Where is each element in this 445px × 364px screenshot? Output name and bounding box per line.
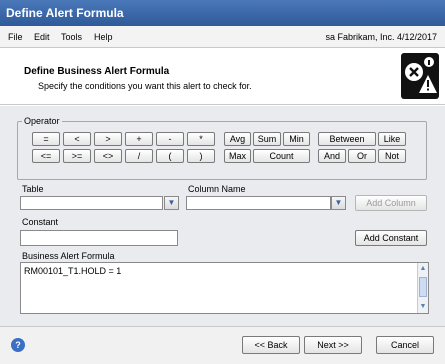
- window-title: Define Alert Formula: [0, 0, 445, 26]
- define-alert-formula-window: Define Alert Formula File Edit Tools Hel…: [0, 0, 445, 364]
- chevron-down-icon: ▼: [334, 198, 343, 207]
- menu-help[interactable]: Help: [94, 26, 113, 48]
- op-greater-button[interactable]: >: [94, 132, 122, 146]
- op-or-button[interactable]: Or: [348, 149, 376, 163]
- column-name-label: Column Name: [188, 184, 246, 194]
- op-equal-button[interactable]: =: [32, 132, 60, 146]
- alert-warning-icon: [401, 53, 439, 99]
- constant-label: Constant: [22, 217, 59, 227]
- page-header: Define Business Alert Formula Specify th…: [0, 49, 445, 105]
- add-column-button[interactable]: Add Column: [355, 195, 427, 211]
- operator-legend: Operator: [24, 116, 60, 126]
- next-button[interactable]: Next >>: [304, 336, 362, 354]
- op-close-paren-button[interactable]: ): [187, 149, 215, 163]
- scroll-down-icon[interactable]: ▼: [418, 302, 428, 312]
- cancel-button[interactable]: Cancel: [376, 336, 434, 354]
- constant-input[interactable]: [20, 230, 178, 246]
- op-and-button[interactable]: And: [318, 149, 346, 163]
- formula-text: RM00101_T1.HOLD = 1: [24, 266, 122, 276]
- op-count-button[interactable]: Count: [253, 149, 310, 163]
- menu-tools[interactable]: Tools: [61, 26, 82, 48]
- op-plus-button[interactable]: +: [125, 132, 153, 146]
- menu-edit[interactable]: Edit: [34, 26, 50, 48]
- table-label: Table: [22, 184, 44, 194]
- page-title: Define Business Alert Formula: [24, 66, 170, 77]
- wizard-footer: ? << Back Next >> Cancel: [0, 326, 445, 364]
- op-avg-button[interactable]: Avg: [224, 132, 251, 146]
- page-subtitle: Specify the conditions you want this ale…: [38, 81, 252, 91]
- add-constant-button[interactable]: Add Constant: [355, 230, 427, 246]
- column-dropdown-button[interactable]: ▼: [331, 196, 346, 210]
- op-divide-button[interactable]: /: [125, 149, 153, 163]
- column-name-select[interactable]: [186, 196, 331, 210]
- op-sum-button[interactable]: Sum: [253, 132, 281, 146]
- scroll-up-icon[interactable]: ▲: [418, 264, 428, 274]
- op-less-equal-button[interactable]: <=: [32, 149, 60, 163]
- back-button[interactable]: << Back: [242, 336, 300, 354]
- operator-group: Operator = < > + - * Avg Sum Min Between…: [17, 116, 427, 180]
- op-not-equal-button[interactable]: <>: [94, 149, 122, 163]
- help-icon[interactable]: ?: [11, 338, 25, 352]
- op-not-button[interactable]: Not: [378, 149, 406, 163]
- menu-bar: File Edit Tools Help sa Fabrikam, Inc. 4…: [0, 26, 445, 48]
- form-area: Operator = < > + - * Avg Sum Min Between…: [0, 106, 445, 326]
- menu-file[interactable]: File: [8, 26, 23, 48]
- chevron-down-icon: ▼: [167, 198, 176, 207]
- formula-textarea[interactable]: RM00101_T1.HOLD = 1 ▲ ▼: [20, 262, 429, 314]
- op-between-button[interactable]: Between: [318, 132, 376, 146]
- op-like-button[interactable]: Like: [378, 132, 406, 146]
- op-max-button[interactable]: Max: [224, 149, 251, 163]
- scroll-thumb[interactable]: [419, 277, 427, 297]
- op-greater-equal-button[interactable]: >=: [63, 149, 91, 163]
- formula-label: Business Alert Formula: [22, 251, 115, 261]
- op-multiply-button[interactable]: *: [187, 132, 215, 146]
- user-company-date: sa Fabrikam, Inc. 4/12/2017: [325, 32, 437, 42]
- op-open-paren-button[interactable]: (: [156, 149, 184, 163]
- formula-scrollbar[interactable]: ▲ ▼: [417, 263, 428, 313]
- op-minus-button[interactable]: -: [156, 132, 184, 146]
- table-dropdown-button[interactable]: ▼: [164, 196, 179, 210]
- op-min-button[interactable]: Min: [283, 132, 310, 146]
- op-less-button[interactable]: <: [63, 132, 91, 146]
- table-select[interactable]: [20, 196, 163, 210]
